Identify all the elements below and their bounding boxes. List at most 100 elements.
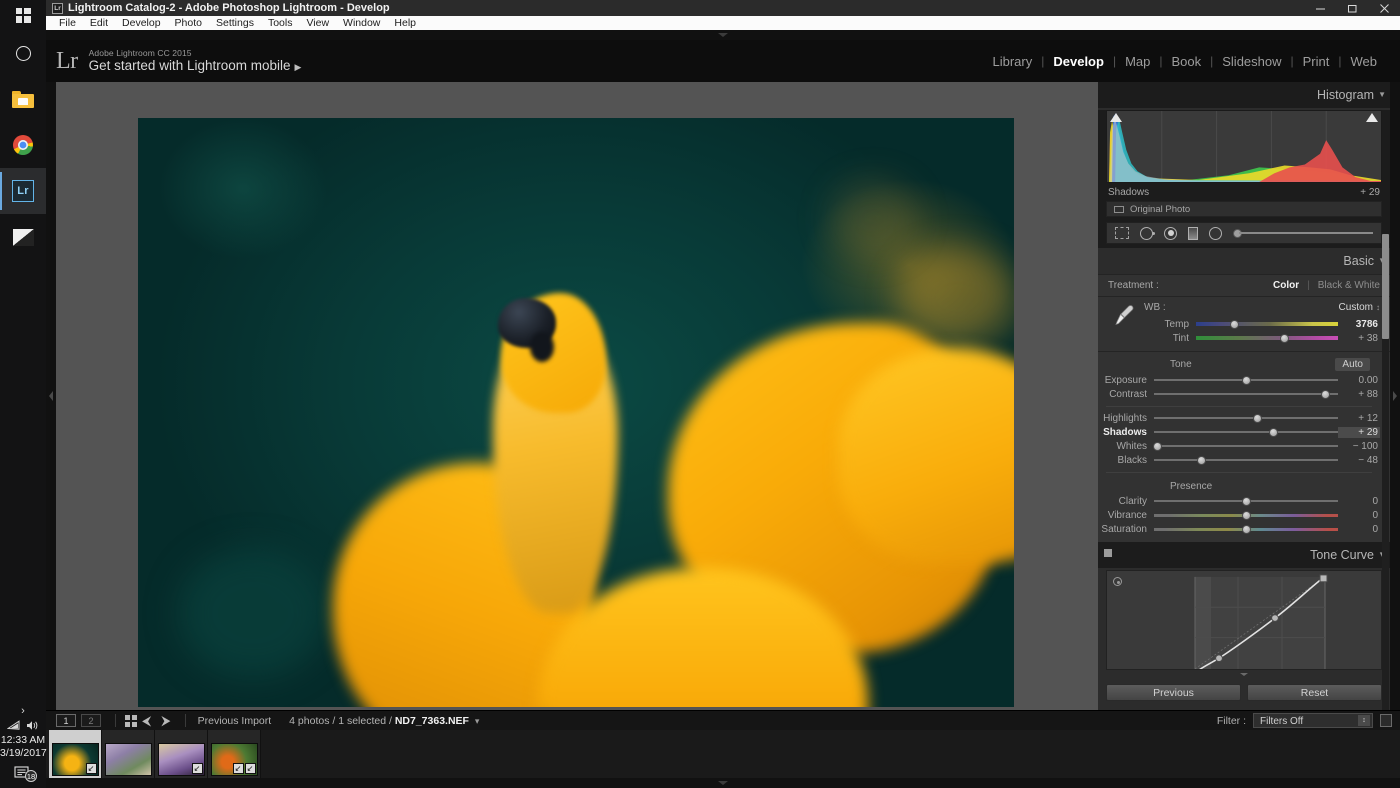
menu-window[interactable]: Window xyxy=(336,16,387,30)
start-button[interactable] xyxy=(0,0,46,30)
slider-highlights[interactable]: Highlights + 12 xyxy=(1098,411,1380,425)
slider-value[interactable]: 0 xyxy=(1338,510,1380,521)
menu-help[interactable]: Help xyxy=(387,16,423,30)
original-photo-toggle[interactable]: Original Photo xyxy=(1106,201,1382,217)
radial-filter-tool[interactable] xyxy=(1209,226,1222,240)
bottom-panel-collapse-bar[interactable] xyxy=(46,778,1400,788)
wifi-icon[interactable] xyxy=(6,720,21,731)
slider-value[interactable]: 0 xyxy=(1338,524,1380,535)
brush-size-slider[interactable] xyxy=(1233,227,1381,239)
spot-removal-tool[interactable] xyxy=(1140,226,1155,240)
taskbar-item-lightroom[interactable]: Lr xyxy=(0,168,46,214)
filter-lock-icon[interactable] xyxy=(1380,714,1392,727)
module-book[interactable]: Book xyxy=(1162,54,1210,69)
shadow-clipping-icon[interactable] xyxy=(1110,113,1122,122)
slider-whites[interactable]: Whites − 100 xyxy=(1098,439,1380,453)
taskbar-item-chrome[interactable] xyxy=(0,122,46,168)
crop-badge-icon[interactable]: ↙ xyxy=(232,762,244,774)
chevron-down-icon[interactable]: ▾ xyxy=(472,716,480,726)
slider-exposure[interactable]: Exposure 0.00 xyxy=(1098,373,1380,387)
right-panel-collapse-bar[interactable] xyxy=(1390,82,1400,710)
slider-value[interactable]: + 88 xyxy=(1338,389,1380,400)
main-photo[interactable] xyxy=(138,118,1014,707)
slider-value[interactable]: + 12 xyxy=(1338,413,1380,424)
histogram-panel-header[interactable]: Histogram ▼ xyxy=(1098,82,1390,108)
previous-button[interactable]: Previous xyxy=(1106,684,1241,701)
menu-tools[interactable]: Tools xyxy=(261,16,300,30)
menu-edit[interactable]: Edit xyxy=(83,16,115,30)
tone-curve-panel-header[interactable]: Tone Curve ▼ xyxy=(1098,542,1390,568)
basic-panel-header[interactable]: Basic ▼ xyxy=(1098,248,1390,274)
slider-value[interactable]: 0 xyxy=(1338,496,1380,507)
highlight-clipping-icon[interactable] xyxy=(1366,113,1378,122)
restore-button[interactable] xyxy=(1336,0,1368,16)
red-eye-correction-tool[interactable] xyxy=(1164,226,1177,240)
slider-clarity[interactable]: Clarity 0 xyxy=(1098,494,1380,508)
slider-value[interactable]: 0.00 xyxy=(1338,375,1380,386)
right-panel-scrollbar[interactable] xyxy=(1382,234,1389,714)
volume-icon[interactable] xyxy=(26,720,40,731)
top-panel-collapse-bar[interactable] xyxy=(46,30,1400,40)
auto-tone-button[interactable]: Auto xyxy=(1335,358,1370,371)
module-print[interactable]: Print xyxy=(1294,54,1339,69)
image-canvas[interactable] xyxy=(56,82,1098,710)
left-panel-collapse-bar[interactable] xyxy=(46,82,56,710)
white-balance-selector-icon[interactable] xyxy=(1106,300,1140,345)
module-library[interactable]: Library xyxy=(983,54,1041,69)
minimize-button[interactable] xyxy=(1304,0,1336,16)
taskbar-clock[interactable]: 12:33 AM 3/19/2017 xyxy=(0,734,47,765)
target-adjustment-icon[interactable] xyxy=(1113,577,1122,586)
next-photo-icon[interactable]: ⮞ xyxy=(156,714,175,727)
previous-photo-icon[interactable]: ⮜ xyxy=(137,714,156,727)
treatment-bw-option[interactable]: Black & White xyxy=(1318,280,1380,291)
slider-value[interactable]: + 38 xyxy=(1338,333,1380,344)
reset-button[interactable]: Reset xyxy=(1247,684,1382,701)
slider-blacks[interactable]: Blacks − 48 xyxy=(1098,453,1380,467)
module-develop[interactable]: Develop xyxy=(1044,54,1113,69)
identity-plate[interactable]: Lr Adobe Lightroom CC 2015 Get started w… xyxy=(46,48,301,75)
slider-saturation[interactable]: Saturation 0 xyxy=(1098,522,1380,536)
close-button[interactable] xyxy=(1368,0,1400,16)
slider-value[interactable]: 3786 xyxy=(1338,319,1380,330)
module-map[interactable]: Map xyxy=(1116,54,1159,69)
graduated-filter-tool[interactable] xyxy=(1188,226,1198,240)
grid-view-icon[interactable] xyxy=(125,714,137,727)
menu-develop[interactable]: Develop xyxy=(115,16,168,30)
wb-row[interactable]: WB : Custom ↕ xyxy=(1140,300,1380,317)
histogram-graph[interactable] xyxy=(1106,110,1382,183)
taskbar-item-file-explorer[interactable] xyxy=(0,76,46,122)
slider-shadows[interactable]: Shadows + 29 xyxy=(1098,425,1380,439)
slider-value[interactable]: + 29 xyxy=(1338,426,1380,438)
triangle-down-icon[interactable]: ▼ xyxy=(1378,90,1386,99)
slider-value[interactable]: − 48 xyxy=(1338,455,1380,466)
menu-photo[interactable]: Photo xyxy=(168,16,209,30)
action-center-button[interactable]: 18 xyxy=(0,765,46,788)
taskbar-item-photos[interactable] xyxy=(0,214,46,260)
slider-contrast[interactable]: Contrast + 88 xyxy=(1098,387,1380,401)
show-hidden-icons-button[interactable]: › xyxy=(0,702,46,718)
slider-tint[interactable]: Tint + 38 xyxy=(1140,331,1380,345)
slider-vibrance[interactable]: Vibrance 0 xyxy=(1098,508,1380,522)
crop-overlay-tool[interactable] xyxy=(1115,227,1129,239)
menu-settings[interactable]: Settings xyxy=(209,16,261,30)
develop-badge-icon[interactable]: ↙ xyxy=(191,762,203,774)
develop-badge-icon[interactable]: ↙ xyxy=(85,762,97,774)
module-slideshow[interactable]: Slideshow xyxy=(1213,54,1290,69)
triangle-right-icon[interactable]: ▶ xyxy=(291,62,302,72)
treatment-color-option[interactable]: Color xyxy=(1273,280,1299,291)
module-web[interactable]: Web xyxy=(1342,54,1387,69)
develop-badge-icon[interactable]: ↙ xyxy=(244,762,256,774)
triangle-down-icon[interactable] xyxy=(1240,672,1248,676)
stepper-icon[interactable]: ↕ xyxy=(1358,715,1370,726)
filter-select[interactable]: Filters Off ↕ xyxy=(1253,713,1373,728)
menu-file[interactable]: File xyxy=(52,16,83,30)
stepper-icon[interactable]: ↕ xyxy=(1373,303,1380,312)
tone-curve-graph[interactable] xyxy=(1106,570,1382,670)
source-label[interactable]: Previous Import xyxy=(195,715,272,727)
panel-switch-icon[interactable] xyxy=(1104,549,1112,557)
current-filename[interactable]: ND7_7363.NEF xyxy=(395,715,469,727)
page-1-button[interactable]: 1 xyxy=(56,714,76,727)
wb-value[interactable]: Custom xyxy=(1339,302,1373,313)
slider-temp[interactable]: Temp 3786 xyxy=(1140,317,1380,331)
taskbar-item-cortana[interactable] xyxy=(0,30,46,76)
